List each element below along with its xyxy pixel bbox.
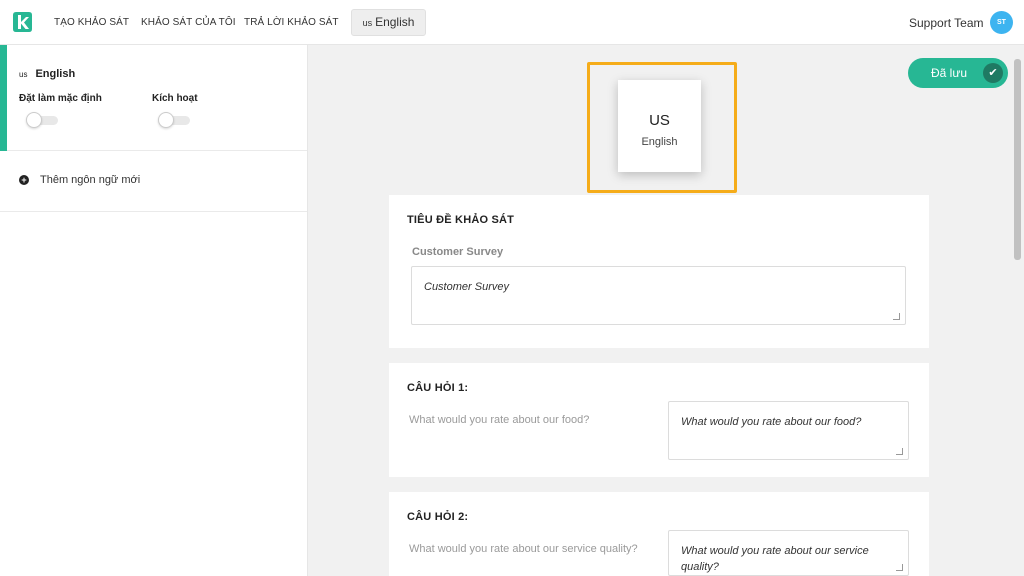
language-sidebar: us English Đặt làm mặc định Kích hoạt + T… (0, 45, 308, 576)
set-default-label: Đặt làm mặc định (19, 93, 102, 104)
nav-create-survey[interactable]: TẠO KHẢO SÁT (54, 17, 129, 28)
activate-toggle[interactable] (158, 112, 192, 128)
question-2-translation-input[interactable]: What would you rate about our service qu… (668, 530, 909, 576)
add-language-label: Thêm ngôn ngữ mới (40, 174, 141, 186)
question-2-original: What would you rate about our service qu… (409, 543, 638, 555)
survey-title-original: Customer Survey (412, 246, 504, 258)
nav-my-surveys[interactable]: KHẢO SÁT CỦA TÔI (141, 17, 236, 28)
user-name[interactable]: Support Team (909, 16, 984, 30)
question-panel-1: CÂU HỎI 1: What would you rate about our… (389, 363, 929, 477)
user-avatar[interactable]: ST (990, 11, 1013, 34)
survey-title-translation-text: Customer Survey (424, 281, 509, 293)
top-navigation-bar: TẠO KHẢO SÁT KHẢO SÁT CỦA TÔI TRẢ LỜI KH… (0, 0, 1024, 45)
language-item-code: us (19, 70, 28, 79)
question-panel-2: CÂU HỎI 2: What would you rate about our… (389, 492, 929, 576)
language-name: English (375, 15, 415, 29)
toggle-knob (158, 112, 174, 128)
survey-title-panel: TIÊU ĐỀ KHẢO SÁT Customer Survey Custome… (389, 195, 929, 348)
toggle-knob (26, 112, 42, 128)
checkmark-icon: ✔ (983, 63, 1003, 83)
resize-handle-icon[interactable] (893, 313, 900, 320)
question-2-heading: CÂU HỎI 2: (407, 511, 469, 523)
language-card-code: US (649, 112, 670, 129)
language-item-english[interactable]: us English Đặt làm mặc định Kích hoạt (0, 45, 307, 151)
language-card[interactable]: US English (618, 80, 701, 172)
resize-handle-icon[interactable] (896, 564, 903, 571)
language-code: us (362, 18, 373, 28)
language-item-title: us English (19, 68, 75, 80)
survey-title-heading: TIÊU ĐỀ KHẢO SÁT (407, 214, 515, 226)
question-1-translation-text: What would you rate about our food? (681, 416, 862, 428)
question-1-heading: CÂU HỎI 1: (407, 382, 469, 394)
question-1-original: What would you rate about our food? (409, 414, 590, 426)
saved-label: Đã lưu (931, 66, 968, 80)
plus-circle-icon: + (19, 175, 29, 185)
saved-status-button[interactable]: Đã lưu ✔ (908, 58, 1008, 88)
scrollbar-thumb[interactable] (1014, 59, 1021, 260)
question-2-translation-text: What would you rate about our service qu… (681, 545, 869, 573)
nav-answer-survey[interactable]: TRẢ LỜI KHẢO SÁT (244, 17, 339, 28)
resize-handle-icon[interactable] (896, 448, 903, 455)
main-scrollbar[interactable] (1013, 57, 1022, 576)
question-1-translation-input[interactable]: What would you rate about our food? (668, 401, 909, 460)
active-language-indicator (0, 45, 7, 151)
app-logo-icon[interactable] (12, 11, 33, 33)
set-default-toggle[interactable] (26, 112, 60, 128)
language-card-name: English (641, 136, 678, 148)
activate-label: Kích hoạt (152, 93, 198, 104)
survey-title-translation-input[interactable]: Customer Survey (411, 266, 906, 325)
add-language-button[interactable]: + Thêm ngôn ngữ mới (0, 151, 307, 212)
language-selector-button[interactable]: us English (351, 9, 426, 36)
language-item-name: English (35, 68, 76, 80)
